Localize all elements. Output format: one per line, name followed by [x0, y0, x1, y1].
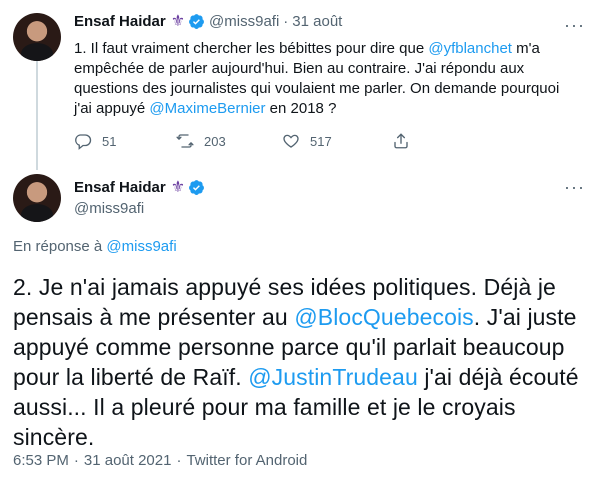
- avatar[interactable]: [13, 174, 61, 222]
- separator-dot: ·: [176, 452, 182, 469]
- retweet-button[interactable]: 203: [176, 132, 282, 150]
- author-name[interactable]: Ensaf Haidar: [74, 13, 166, 30]
- tweet-header: Ensaf Haidar ⚜: [74, 179, 205, 196]
- heart-icon: [283, 134, 299, 148]
- verified-badge-icon: [189, 180, 204, 195]
- author-name[interactable]: Ensaf Haidar: [74, 179, 166, 196]
- reply-context: En réponse à @miss9afi: [13, 238, 177, 255]
- reply-icon: [75, 134, 92, 150]
- mention-link[interactable]: @JustinTrudeau: [248, 364, 418, 390]
- verified-badge-icon: [189, 14, 204, 29]
- share-button[interactable]: [392, 132, 432, 150]
- separator-dot: ·: [73, 452, 79, 469]
- tweet-date[interactable]: 31 août: [292, 13, 342, 30]
- avatar[interactable]: [13, 13, 61, 61]
- reply-prefix: En réponse à: [13, 238, 107, 255]
- tweet-text: 1. Il faut vraiment chercher les bébitte…: [74, 39, 574, 119]
- tweet-full-date[interactable]: 31 août 2021: [84, 452, 172, 469]
- tweet-time[interactable]: 6:53 PM: [13, 452, 69, 469]
- retweet-icon: [176, 134, 194, 148]
- tweet-1[interactable]: Ensaf Haidar ⚜ @miss9afi · 31 août ··· 1…: [0, 0, 600, 170]
- mention-link[interactable]: @BlocQuebecois: [294, 304, 473, 330]
- text-segment: 1. Il faut vraiment chercher les bébitte…: [74, 40, 429, 57]
- fleur-de-lis-icon: ⚜: [170, 178, 186, 196]
- fleur-de-lis-icon: ⚜: [170, 12, 186, 30]
- tweet-actions: 51 203 517: [74, 132, 432, 150]
- more-options-icon[interactable]: ···: [564, 16, 585, 34]
- tweet-metadata: 6:53 PM · 31 août 2021 · Twitter for Android: [13, 452, 307, 469]
- retweet-count: 203: [204, 133, 226, 149]
- reply-button[interactable]: 51: [74, 132, 176, 150]
- share-icon: [394, 133, 408, 149]
- mention-link[interactable]: @yfblanchet: [428, 40, 512, 57]
- like-count: 517: [310, 133, 332, 149]
- text-segment: en 2018 ?: [265, 100, 337, 117]
- more-options-icon[interactable]: ···: [564, 178, 585, 196]
- mention-link[interactable]: @MaximeBernier: [149, 100, 265, 117]
- separator-dot: ·: [283, 13, 289, 30]
- thread-line: [36, 60, 38, 170]
- tweet-header: Ensaf Haidar ⚜ @miss9afi · 31 août: [74, 13, 342, 30]
- like-button[interactable]: 517: [282, 132, 392, 150]
- tweet-source[interactable]: Twitter for Android: [186, 452, 307, 469]
- author-handle[interactable]: @miss9afi: [74, 200, 144, 217]
- reply-to-link[interactable]: @miss9afi: [106, 238, 176, 255]
- tweet-text: 2. Je n'ai jamais appuyé ses idées polit…: [13, 272, 588, 452]
- author-handle[interactable]: @miss9afi: [209, 13, 279, 30]
- reply-count: 51: [102, 133, 117, 149]
